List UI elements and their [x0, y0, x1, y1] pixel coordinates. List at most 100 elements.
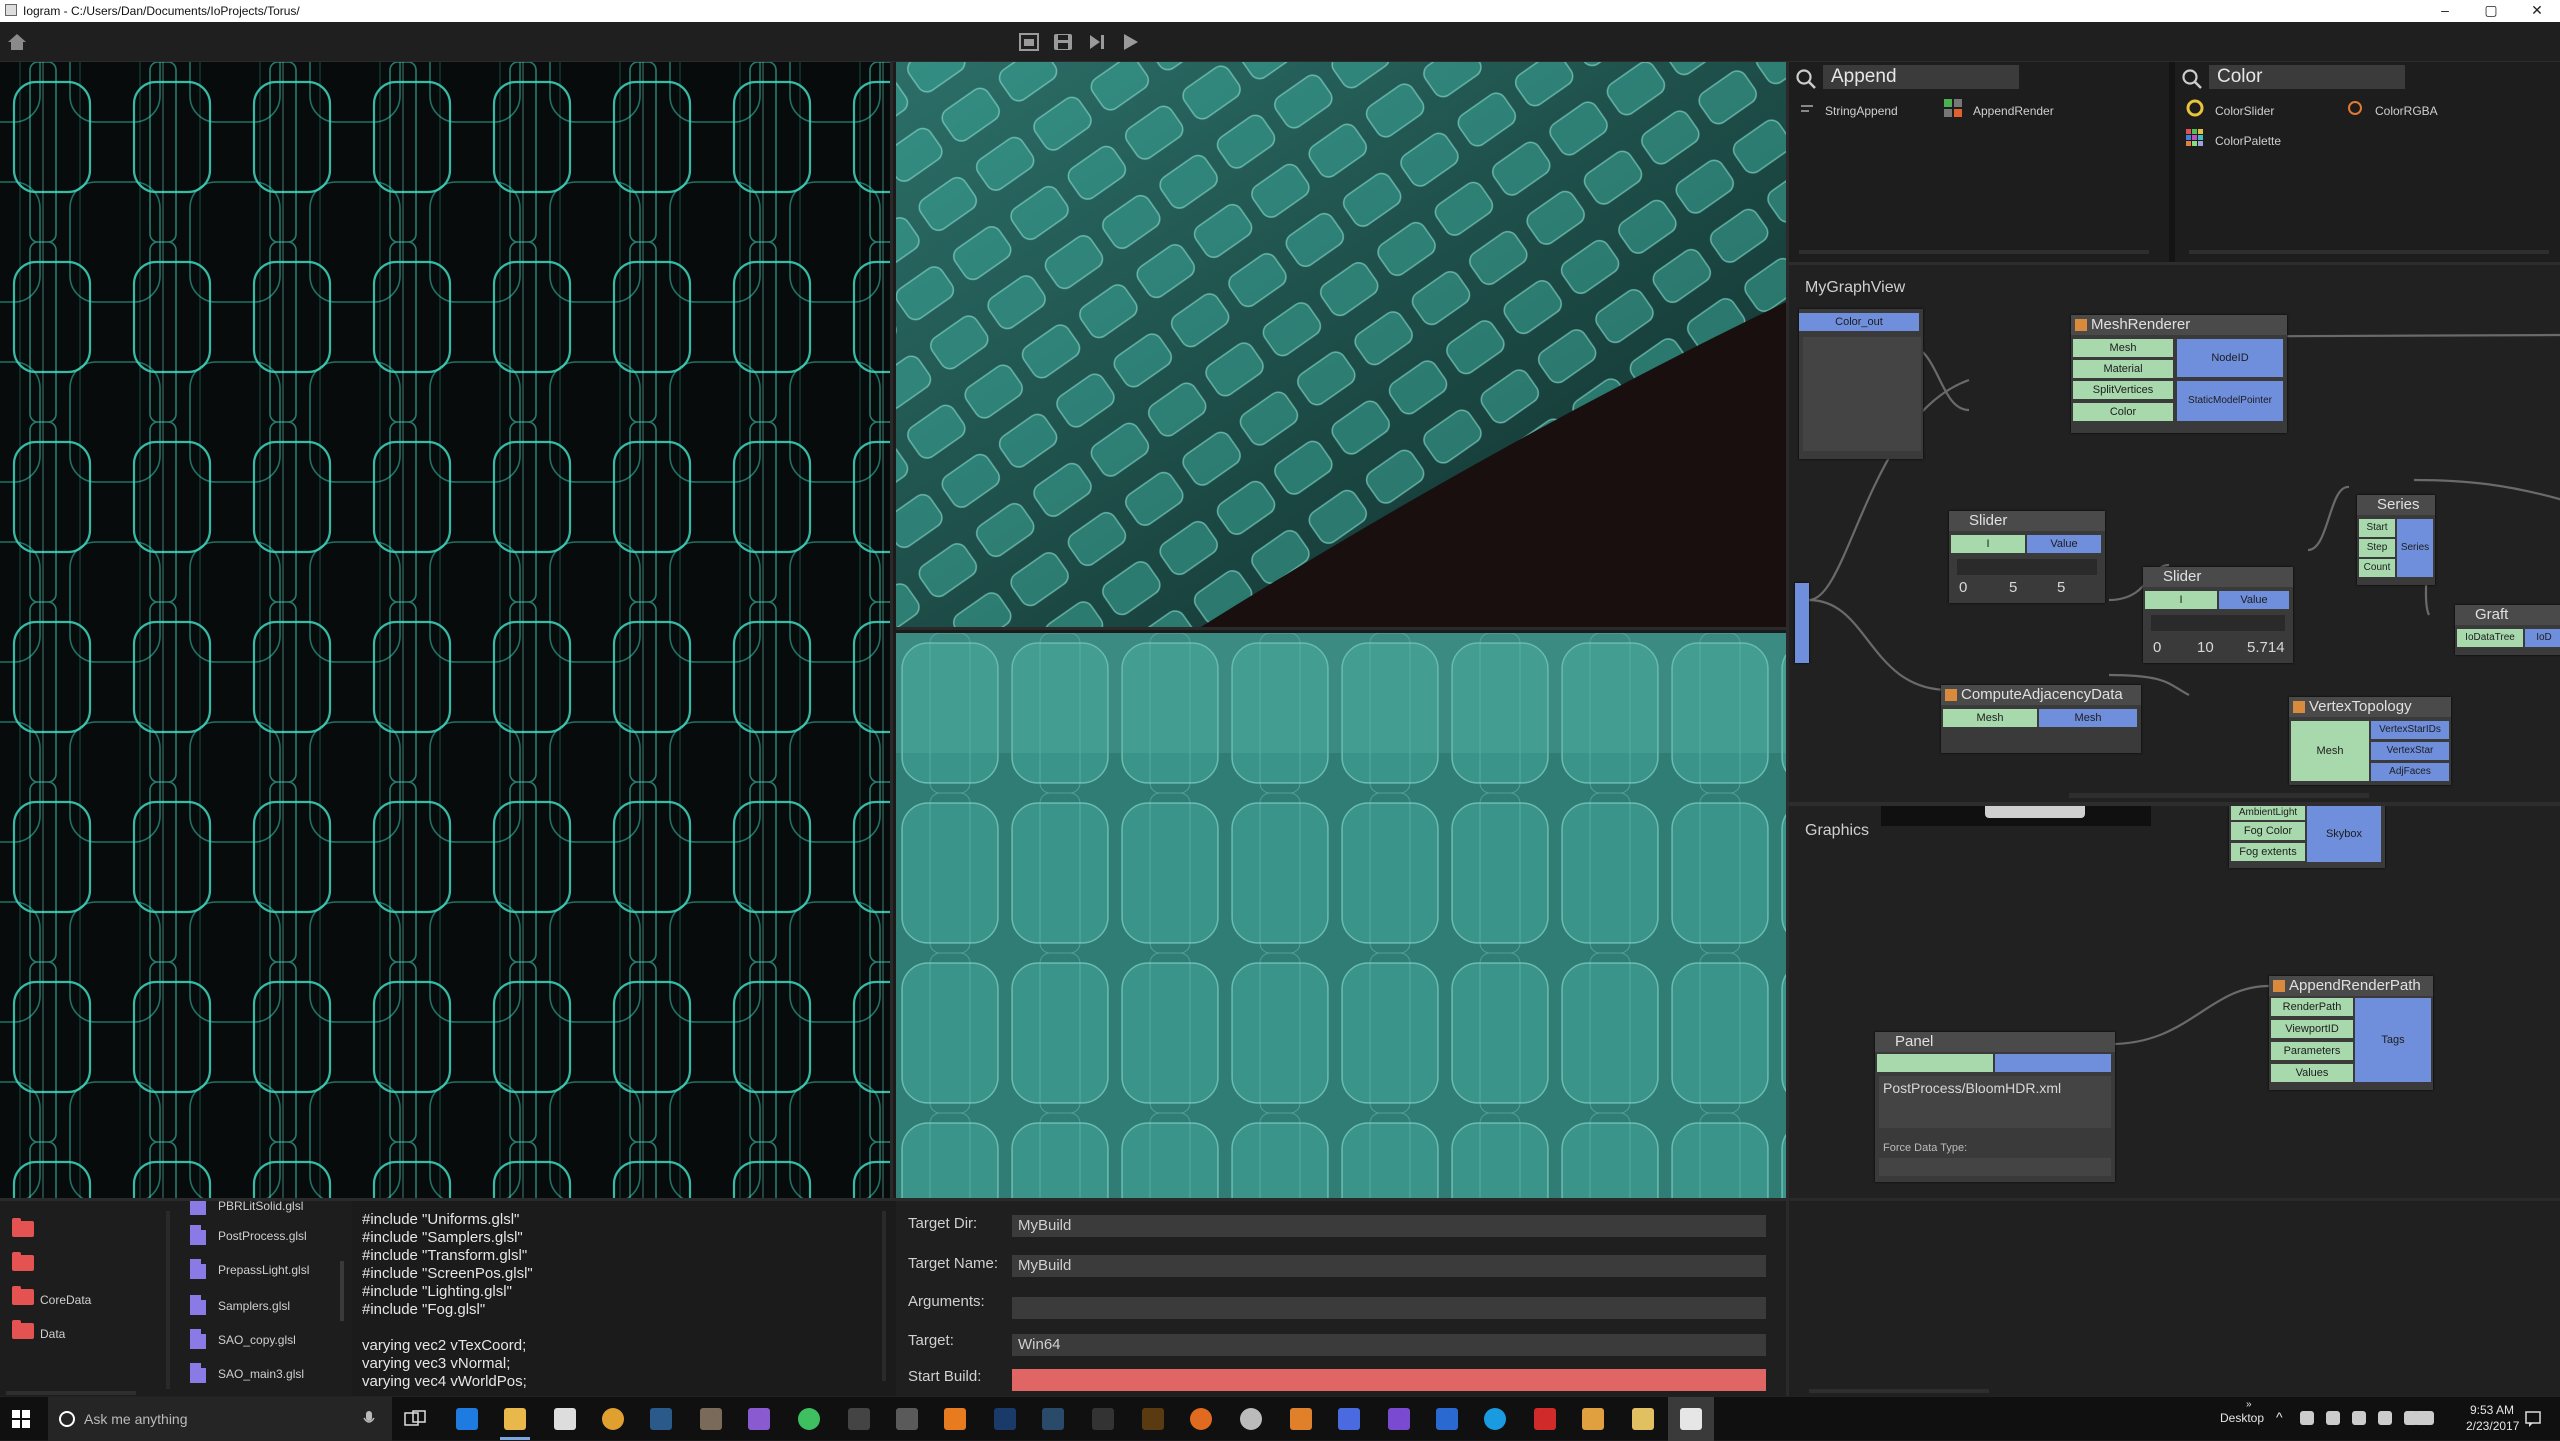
pin-color[interactable]: Color [2073, 403, 2173, 421]
visual-studio-icon[interactable] [1388, 1408, 1410, 1430]
app-icon[interactable] [896, 1408, 918, 1430]
node-result-appendrender[interactable]: AppendRender [1973, 104, 2054, 118]
pin-fog-color[interactable]: Fog Color [2231, 822, 2305, 840]
store-icon[interactable] [554, 1408, 576, 1430]
viewport-closeup[interactable] [896, 633, 1786, 1198]
pin-panel-out[interactable] [1995, 1054, 2111, 1072]
tray-expand-icon[interactable]: ^ [2276, 1409, 2283, 1425]
slider-max[interactable]: 5.714 [2247, 639, 2285, 656]
slider-max[interactable]: 5 [2057, 579, 2065, 596]
pin-fog-extents[interactable]: Fog extents [2231, 843, 2305, 861]
scrollbar[interactable] [2189, 250, 2549, 254]
file-item[interactable]: PrepassLight.glsl [218, 1263, 309, 1277]
code-editor[interactable]: #include "Uniforms.glsl" #include "Sampl… [352, 1198, 896, 1396]
folder-label-coredata[interactable]: CoreData [40, 1293, 91, 1307]
scrollbar[interactable] [1809, 1389, 1989, 1393]
clock-date[interactable]: 2/23/2017 [2466, 1419, 2519, 1433]
close-button[interactable]: ✕ [2514, 0, 2560, 22]
pin-viewportid[interactable]: ViewportID [2271, 1020, 2353, 1038]
taskbar-search-box[interactable]: Ask me anything [48, 1397, 392, 1441]
spotify-icon[interactable] [798, 1408, 820, 1430]
play-icon[interactable] [1120, 32, 1142, 52]
node-skybox[interactable]: AmbientLight Fog Color Fog extents Skybo… [2229, 806, 2385, 868]
pin-values[interactable]: Values [2271, 1064, 2353, 1082]
notification-icon[interactable] [2524, 1410, 2542, 1428]
pin-step[interactable]: Step [2359, 539, 2395, 557]
target-name-field[interactable]: MyBuild [1012, 1255, 1766, 1277]
new-file-icon[interactable] [1018, 32, 1040, 52]
pin-i[interactable]: I [2145, 591, 2217, 609]
force-data-type-field[interactable] [1879, 1158, 2111, 1176]
vlc-icon[interactable] [944, 1408, 966, 1430]
pin-mesh-in[interactable]: Mesh [1943, 709, 2037, 727]
app-icon[interactable] [1582, 1408, 1604, 1430]
desktop-toolbar-label[interactable]: Desktop [2220, 1411, 2264, 1425]
node-meshrenderer[interactable]: MeshRenderer Mesh Material SplitVertices… [2071, 315, 2287, 433]
pin-series[interactable]: Series [2397, 519, 2433, 577]
visual-studio-icon[interactable] [748, 1408, 770, 1430]
illustrator-icon[interactable] [1142, 1408, 1164, 1430]
app-icon[interactable] [1338, 1408, 1360, 1430]
start-build-button[interactable] [1012, 1369, 1766, 1391]
slider-value[interactable]: 5 [2009, 579, 2017, 596]
node-vertextopology[interactable]: VertexTopology Mesh VertexStarIDs Vertex… [2289, 697, 2451, 785]
unity-icon[interactable] [848, 1408, 870, 1430]
target-dir-field[interactable]: MyBuild [1012, 1215, 1766, 1237]
file-explorer-icon[interactable] [504, 1408, 526, 1430]
pin-skybox[interactable]: Skybox [2307, 806, 2381, 862]
folder-icon[interactable] [12, 1218, 34, 1237]
folder-label-data[interactable]: Data [40, 1327, 65, 1341]
viewport-perspective[interactable] [896, 62, 1786, 630]
scrollbar[interactable] [340, 1261, 344, 1321]
scrollbar[interactable] [1799, 250, 2149, 254]
pin-splitvertices[interactable]: SplitVertices [2073, 381, 2173, 399]
scrollbar[interactable] [882, 1211, 886, 1381]
save-icon[interactable] [1052, 32, 1074, 52]
slider-track[interactable] [1957, 559, 2097, 575]
pin-vertexstar[interactable]: VertexStar [2371, 742, 2449, 760]
target-field[interactable]: Win64 [1012, 1334, 1766, 1356]
scrollbar[interactable] [6, 1391, 136, 1395]
node-color-out[interactable]: Color_out [1799, 309, 1923, 459]
node-graft[interactable]: Graft IoDataTree IoD [2455, 605, 2560, 655]
node-series[interactable]: Series Start Step Count Series [2357, 495, 2435, 585]
pin-count[interactable]: Count [2359, 559, 2395, 577]
pin-material[interactable]: Material [2073, 360, 2173, 378]
edge-icon[interactable] [456, 1408, 478, 1430]
folder-icon[interactable] [12, 1320, 34, 1339]
pin-vertexstarids[interactable]: VertexStarIDs [2371, 721, 2449, 739]
pin-mesh[interactable]: Mesh [2073, 339, 2173, 357]
slider-track[interactable] [2151, 615, 2285, 631]
node-result-stringappend[interactable]: StringAppend [1825, 104, 1898, 118]
tray-icon[interactable] [2300, 1411, 2314, 1425]
slider-min[interactable]: 0 [2153, 639, 2161, 656]
lightroom-icon[interactable] [1042, 1408, 1064, 1430]
app-icon[interactable] [1240, 1408, 1262, 1430]
pin-start[interactable]: Start [2359, 519, 2395, 537]
folder-icon[interactable] [12, 1252, 34, 1271]
clock-time[interactable]: 9:53 AM [2470, 1403, 2514, 1417]
minimize-button[interactable]: – [2422, 0, 2468, 22]
terminal-icon[interactable] [1092, 1408, 1114, 1430]
node-appendrenderpath[interactable]: AppendRenderPath RenderPath ViewportID P… [2269, 976, 2433, 1090]
acrobat-icon[interactable] [1534, 1408, 1556, 1430]
home-icon[interactable] [6, 32, 28, 52]
node-computeadjacencydata[interactable]: ComputeAdjacencyData Mesh Mesh [1941, 685, 2141, 753]
photoshop-icon[interactable] [994, 1408, 1016, 1430]
pin-renderpath[interactable]: RenderPath [2271, 998, 2353, 1016]
task-view-icon[interactable] [404, 1410, 426, 1428]
file-item[interactable]: SAO_main3.glsl [218, 1367, 304, 1381]
pin-iodatatree[interactable]: IoDataTree [2457, 629, 2523, 647]
windows-start-icon[interactable] [12, 1410, 30, 1428]
iogram-icon[interactable] [1632, 1408, 1654, 1430]
keyboard-icon[interactable] [2414, 1411, 2434, 1425]
microphone-icon[interactable] [362, 1410, 376, 1428]
pin-panel-in[interactable] [1877, 1054, 1993, 1072]
file-item[interactable]: PostProcess.glsl [218, 1229, 307, 1243]
slider-value[interactable]: 10 [2197, 639, 2214, 656]
active-app-highlight[interactable] [1668, 1397, 1714, 1441]
app-icon[interactable] [1290, 1408, 1312, 1430]
tray-icon[interactable] [2326, 1411, 2340, 1425]
chrome-icon[interactable] [602, 1408, 624, 1430]
skype-icon[interactable] [1484, 1408, 1506, 1430]
